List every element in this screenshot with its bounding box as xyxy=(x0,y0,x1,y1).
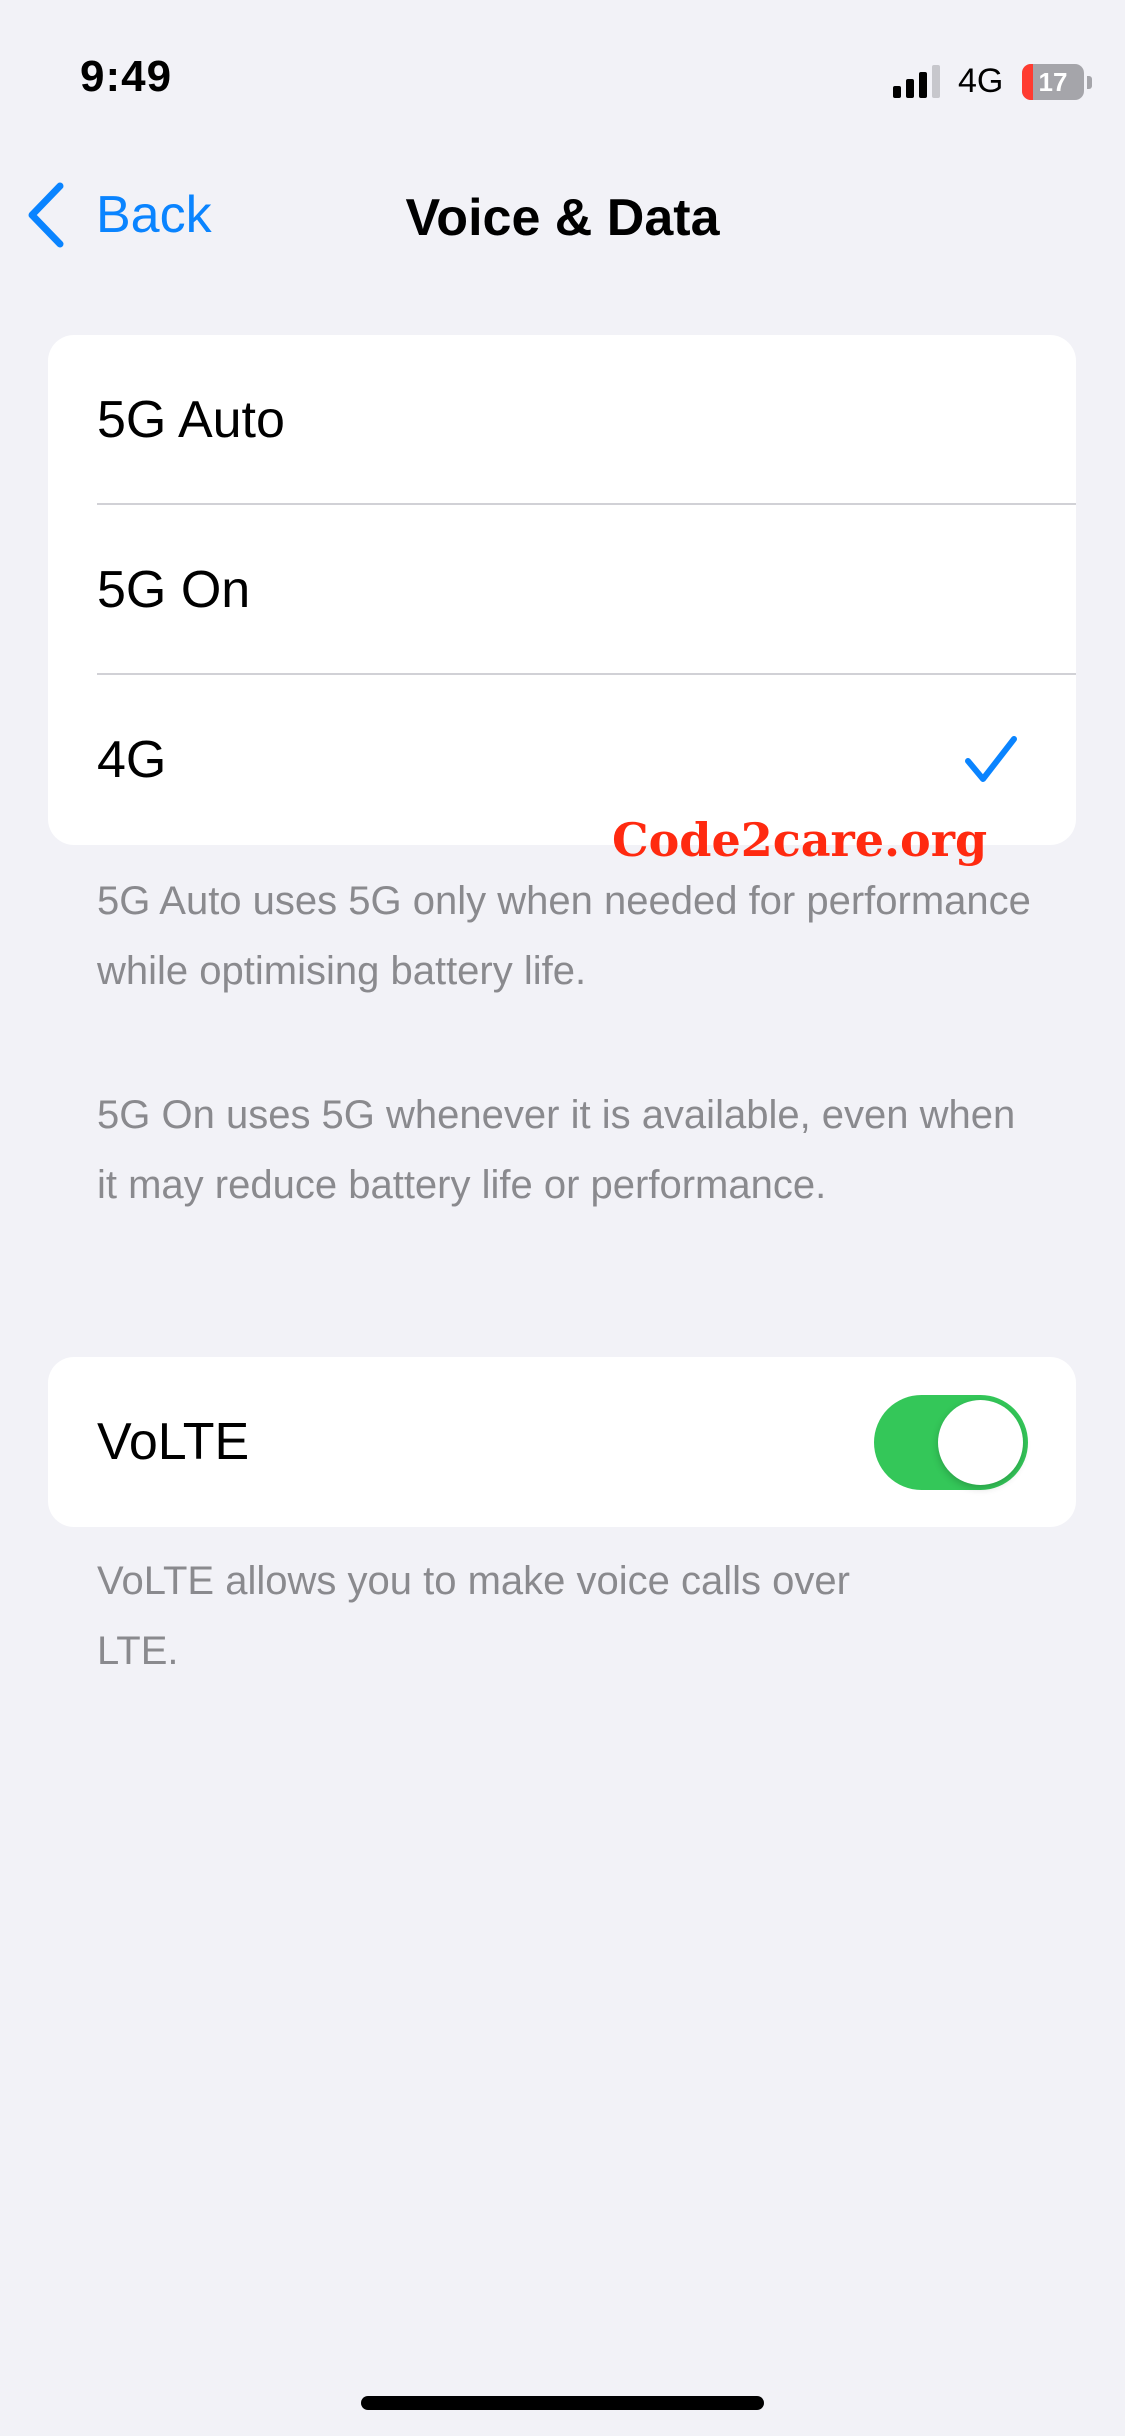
network-options-group: 5G Auto 5G On 4G xyxy=(48,335,1076,845)
volte-row: VoLTE xyxy=(48,1357,1076,1527)
volte-toggle[interactable] xyxy=(874,1395,1028,1490)
toggle-knob xyxy=(938,1400,1023,1485)
footer-volte: VoLTE allows you to make voice calls ove… xyxy=(97,1559,850,1673)
chevron-left-icon xyxy=(28,182,64,248)
battery-icon: 17 xyxy=(1022,64,1084,100)
option-label: 5G Auto xyxy=(97,391,285,449)
back-label: Back xyxy=(96,186,212,244)
checkmark-icon xyxy=(965,736,1017,782)
home-indicator[interactable] xyxy=(361,2396,764,2410)
option-label: 4G xyxy=(97,731,167,789)
status-bar: 9:49 4G 17 xyxy=(0,0,1125,160)
footer-5g-auto: 5G Auto uses 5G only when needed for per… xyxy=(97,879,1031,993)
volte-group: VoLTE xyxy=(48,1357,1076,1527)
option-label: 5G On xyxy=(97,561,251,619)
network-type: 4G xyxy=(958,62,1004,100)
back-button[interactable]: Back xyxy=(24,180,212,250)
cellular-signal-icon xyxy=(893,65,940,98)
status-time: 9:49 xyxy=(80,52,173,101)
footer-5g-on: 5G On uses 5G whenever it is available, … xyxy=(97,1093,1016,1207)
option-5g-on[interactable]: 5G On xyxy=(48,505,1076,675)
navigation-bar: Voice & Data Back xyxy=(0,160,1125,270)
option-5g-auto[interactable]: 5G Auto xyxy=(48,335,1076,505)
volte-label: VoLTE xyxy=(97,1413,250,1471)
battery-level: 17 xyxy=(1038,67,1068,97)
battery-cap xyxy=(1087,76,1092,89)
watermark: Code2care.org xyxy=(612,813,988,867)
